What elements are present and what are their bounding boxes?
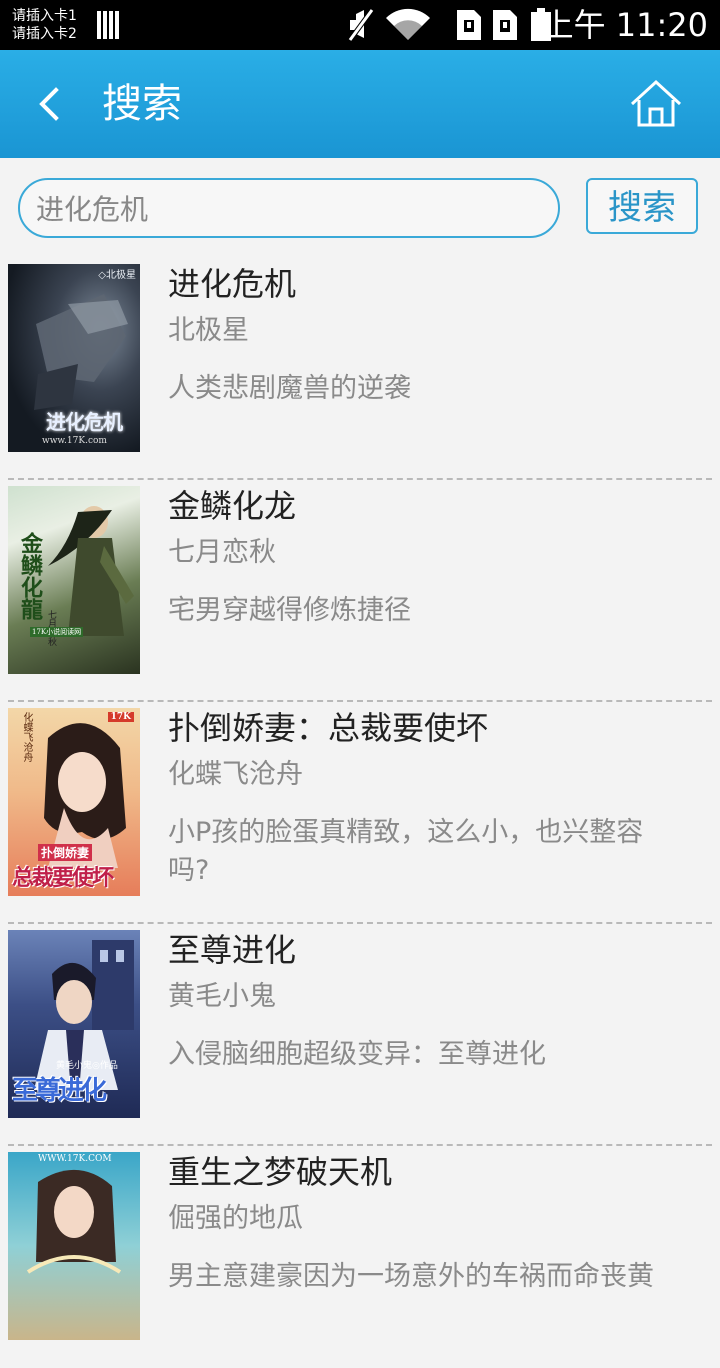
book-cover: WWW.17K.COM [8, 1152, 140, 1340]
mute-icon [347, 8, 375, 42]
result-item[interactable]: WWW.17K.COM 重生之梦破天机 倔强的地瓜 男主意建豪因为一场意外的车祸… [0, 1146, 720, 1368]
book-author: 倔强的地瓜 [168, 1203, 303, 1234]
home-icon[interactable] [628, 78, 684, 130]
cover-logo-text: 17K [107, 712, 134, 722]
result-item[interactable]: 黄毛小鬼◎作品 至尊进化 至尊进化 黄毛小鬼 入侵脑细胞超级变异：至尊进化 [0, 924, 720, 1146]
cover-title-art: 金鳞化龍 [17, 532, 43, 620]
book-cover: 金鳞化龍 七月恋秋 17K小说阅读网 [8, 486, 140, 674]
woman-portrait-illustration [26, 1169, 122, 1274]
cover-title-art: 进化危机 [46, 410, 123, 434]
status-bar: 请插入卡1 请插入卡2 上午 11:20 [0, 0, 720, 50]
search-bar: 搜索 [0, 158, 720, 258]
book-title: 重生之梦破天机 [168, 1153, 393, 1191]
cover-title-art: 总裁要使坏 [12, 865, 114, 891]
book-title: 扑倒娇妻：总裁要使坏 [168, 709, 489, 747]
cover-url-text: www.17K.com [42, 436, 107, 446]
book-title: 至尊进化 [168, 931, 297, 969]
search-button[interactable]: 搜索 [586, 178, 698, 234]
cover-author-text: ◇北极星 [98, 270, 136, 281]
result-item[interactable]: 化蝶飞沧舟 17K 扑倒娇妻 总裁要使坏 扑倒娇妻：总裁要使坏 化蝶飞沧舟 小P… [0, 702, 720, 924]
book-author: 化蝶飞沧舟 [168, 759, 303, 790]
cover-url-text: WWW.17K.COM [38, 1154, 112, 1164]
sim1-status: 请插入卡1 [12, 8, 77, 24]
page-title: 搜索 [102, 81, 182, 127]
cover-title-art: 至尊进化 [12, 1076, 107, 1106]
book-description: 小P孩的脸蛋真精致，这么小，也兴整容吗? [168, 817, 644, 886]
book-cover: 化蝶飞沧舟 17K 扑倒娇妻 总裁要使坏 [8, 708, 140, 896]
book-description: 入侵脑细胞超级变异：至尊进化 [168, 1039, 546, 1070]
book-description: 人类悲剧魔兽的逆袭 [168, 373, 411, 404]
app-header: 搜索 [0, 50, 720, 158]
sim-card-icon [457, 10, 481, 40]
result-item[interactable]: 金鳞化龍 七月恋秋 17K小说阅读网 金鳞化龙 七月恋秋 宅男穿越得修炼捷径 [0, 480, 720, 702]
book-cover: ◇北极星 进化危机 www.17K.com [8, 264, 140, 452]
wifi-icon [386, 8, 430, 41]
sim2-status: 请插入卡2 [12, 26, 77, 42]
sim-card-icon [493, 10, 517, 40]
status-clock: 上午 11:20 [541, 6, 708, 44]
book-description: 宅男穿越得修炼捷径 [168, 595, 411, 626]
book-author: 北极星 [168, 315, 249, 346]
result-item[interactable]: ◇北极星 进化危机 www.17K.com 进化危机 北极星 人类悲剧魔兽的逆袭 [0, 258, 720, 480]
book-title: 金鳞化龙 [168, 487, 297, 525]
book-cover: 黄毛小鬼◎作品 至尊进化 [8, 930, 140, 1118]
search-results-list: ◇北极星 进化危机 www.17K.com 进化危机 北极星 人类悲剧魔兽的逆袭… [0, 258, 720, 1368]
cover-author-text: 化蝶飞沧舟 [21, 712, 32, 762]
chevron-left-icon[interactable] [32, 82, 72, 126]
signal-bars-icon [97, 11, 121, 39]
search-input-frame[interactable] [18, 178, 560, 238]
cover-tag-text: 17K小说阅读网 [30, 627, 84, 637]
cover-title-art: 扑倒娇妻 [38, 844, 93, 861]
book-author: 黄毛小鬼 [168, 981, 276, 1012]
book-title: 进化危机 [168, 265, 297, 303]
book-author: 七月恋秋 [168, 537, 276, 568]
search-input[interactable] [36, 188, 536, 228]
book-description: 男主意建豪因为一场意外的车祸而命丧黄 [168, 1261, 654, 1292]
